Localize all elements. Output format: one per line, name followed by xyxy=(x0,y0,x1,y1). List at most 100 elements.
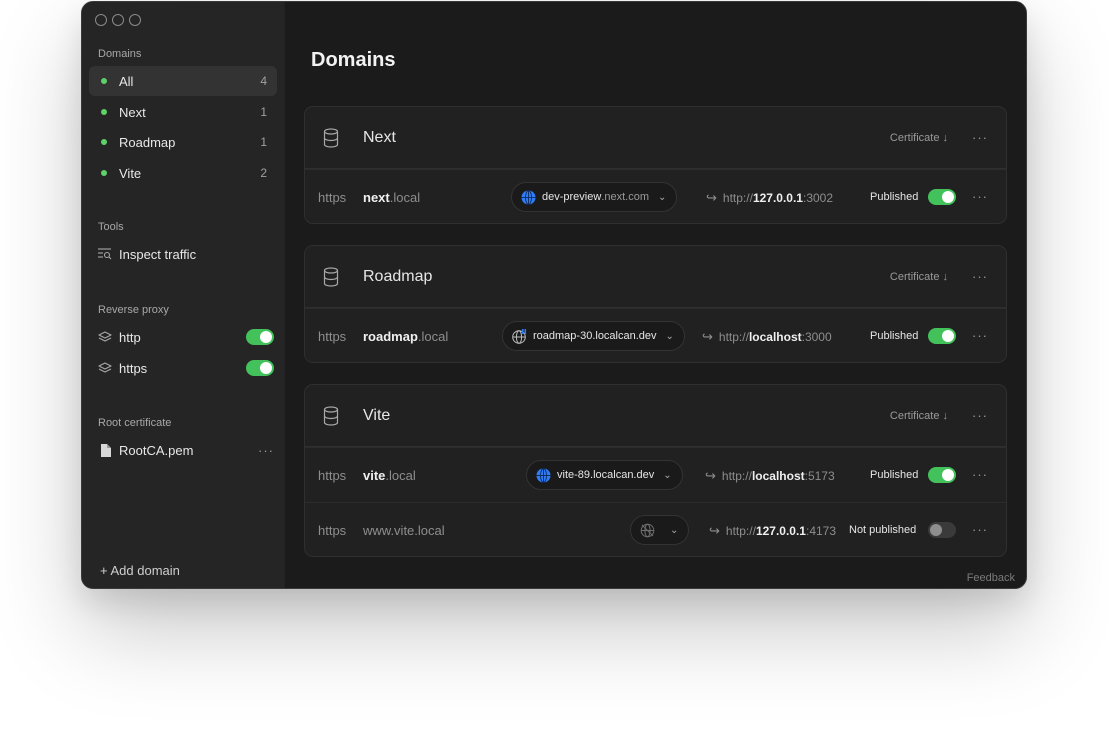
row-more-button[interactable]: ··· xyxy=(972,328,988,343)
zoom-window-button[interactable] xyxy=(129,14,141,26)
sidebar-item-count: 1 xyxy=(260,135,267,149)
target-port: :3002 xyxy=(802,191,834,205)
domain-subdomain: roadmap xyxy=(363,328,418,344)
public-url-dropdown[interactable]: dev-preview .next.com ⌄ xyxy=(511,182,678,212)
status-dot xyxy=(101,78,107,84)
root-certificate-section-title: Root certificate xyxy=(98,417,172,429)
sidebar-item-count: 2 xyxy=(260,166,267,180)
layers-icon xyxy=(98,330,112,344)
domain-row: https vite.local vite-89.localcan.dev ⌄ … xyxy=(305,447,1006,502)
group-more-button[interactable]: ··· xyxy=(972,269,988,284)
public-url-name: roadmap-30.localcan.dev xyxy=(533,330,657,342)
root-ca-more-button[interactable]: ··· xyxy=(258,443,274,458)
publish-status: Published xyxy=(870,469,919,481)
forward-arrow-icon: ↪ xyxy=(705,468,716,483)
public-url-dropdown[interactable]: vite-89.localcan.dev ⌄ xyxy=(526,460,683,490)
row-more-button[interactable]: ··· xyxy=(972,467,988,482)
proxy-target: ↪ http://127.0.0.1:4173 xyxy=(709,523,836,539)
sidebar-item-http-proxy: http xyxy=(98,324,274,350)
sidebar-item-all[interactable]: All 4 xyxy=(89,66,277,96)
http-proxy-toggle[interactable] xyxy=(246,329,274,345)
minimize-window-button[interactable] xyxy=(112,14,124,26)
domain-row: https www.vite.local ⌄ ↪ http://127.0.0.… xyxy=(305,502,1006,556)
domains-section-title: Domains xyxy=(98,48,142,60)
app-window: Domains All 4 Next 1 Roadmap 1 Vite 2 To… xyxy=(81,1,1027,589)
sidebar-item-label: Next xyxy=(119,104,146,120)
protocol-label: https xyxy=(318,467,347,483)
sidebar-item-label: RootCA.pem xyxy=(119,442,194,458)
row-more-button[interactable]: ··· xyxy=(972,189,988,204)
group-header: Vite Certificate ↓ ··· xyxy=(305,385,1006,447)
publish-toggle[interactable] xyxy=(928,189,956,205)
sidebar-item-label: Vite xyxy=(119,165,142,181)
proxy-target: ↪ http://localhost:3000 xyxy=(702,329,832,345)
group-name: Next xyxy=(363,128,396,146)
target-scheme: http:// xyxy=(721,469,752,483)
window-controls xyxy=(95,14,141,26)
domain-group-next: Next Certificate ↓ ··· https next.local … xyxy=(304,106,1007,224)
layers-icon xyxy=(98,361,112,375)
sidebar-item-next[interactable]: Next 1 xyxy=(89,97,277,127)
local-domain: vite.local xyxy=(363,468,416,483)
feedback-link[interactable]: Feedback xyxy=(967,572,1015,584)
sidebar-item-inspect-traffic[interactable]: Inspect traffic xyxy=(98,241,274,267)
local-domain: www.vite.local xyxy=(363,523,445,538)
local-domain: next.local xyxy=(363,190,420,205)
globe-icon xyxy=(521,189,536,205)
add-domain-button[interactable]: + Add domain xyxy=(100,563,180,578)
chevron-down-icon: ⌄ xyxy=(670,524,679,536)
row-more-button[interactable]: ··· xyxy=(972,522,988,537)
domain-group-vite: Vite Certificate ↓ ··· https vite.local … xyxy=(304,384,1007,557)
download-certificate-button[interactable]: Certificate ↓ xyxy=(890,271,948,283)
sidebar-item-count: 1 xyxy=(260,105,267,119)
group-more-button[interactable]: ··· xyxy=(972,130,988,145)
sidebar-item-root-ca[interactable]: RootCA.pem ··· xyxy=(98,437,274,463)
publish-toggle[interactable] xyxy=(928,328,956,344)
download-certificate-button[interactable]: Certificate ↓ xyxy=(890,132,948,144)
sidebar-item-roadmap[interactable]: Roadmap 1 xyxy=(89,127,277,157)
domain-group-roadmap: Roadmap Certificate ↓ ··· https roadmap.… xyxy=(304,245,1007,363)
protocol-label: https xyxy=(318,328,347,344)
status-dot xyxy=(101,170,107,176)
target-host: 127.0.0.1 xyxy=(755,524,806,538)
forward-arrow-icon: ↪ xyxy=(709,523,720,538)
target-port: :4173 xyxy=(805,524,837,538)
sidebar: Domains All 4 Next 1 Roadmap 1 Vite 2 To… xyxy=(82,2,285,588)
domain-row: https roadmap.local roadmap-30.localcan.… xyxy=(305,308,1006,362)
publish-toggle[interactable] xyxy=(928,467,956,483)
public-url-dropdown[interactable]: ⌄ xyxy=(630,515,690,545)
forward-arrow-icon: ↪ xyxy=(702,329,713,344)
database-icon xyxy=(323,266,343,287)
proxy-target: ↪ http://127.0.0.1:3002 xyxy=(706,190,833,206)
public-url-domain: .next.com xyxy=(601,191,649,203)
public-url-dropdown[interactable]: roadmap-30.localcan.dev ⌄ xyxy=(502,321,685,351)
target-port: :3000 xyxy=(801,330,832,344)
target-scheme: http:// xyxy=(718,330,749,344)
tools-section-title: Tools xyxy=(98,221,124,233)
database-icon xyxy=(323,127,343,148)
publish-toggle[interactable] xyxy=(928,522,956,538)
group-header: Roadmap Certificate ↓ ··· xyxy=(305,246,1006,308)
domain-row: https next.local dev-preview .next.com ⌄ … xyxy=(305,169,1006,223)
sidebar-item-label: http xyxy=(119,329,141,345)
group-name: Roadmap xyxy=(363,267,433,285)
group-more-button[interactable]: ··· xyxy=(972,408,988,423)
domain-suffix: .local xyxy=(417,328,449,344)
domain-subdomain: next xyxy=(363,189,390,205)
download-certificate-button[interactable]: Certificate ↓ xyxy=(890,410,948,422)
publish-status: Published xyxy=(870,191,919,203)
target-host: localhost xyxy=(751,469,805,483)
sidebar-item-vite[interactable]: Vite 2 xyxy=(89,158,277,188)
https-proxy-toggle[interactable] xyxy=(246,360,274,376)
page-title: Domains xyxy=(311,49,396,71)
close-window-button[interactable] xyxy=(95,14,107,26)
protocol-label: https xyxy=(318,522,347,538)
sidebar-item-label: All xyxy=(119,73,134,89)
chevron-down-icon: ⌄ xyxy=(663,469,672,481)
domain-suffix: www.vite.local xyxy=(363,522,445,538)
sidebar-item-https-proxy: https xyxy=(98,355,274,381)
sidebar-item-label: https xyxy=(119,360,148,376)
local-domain: roadmap.local xyxy=(363,329,448,344)
group-name: Vite xyxy=(363,406,391,424)
forward-arrow-icon: ↪ xyxy=(706,190,717,205)
